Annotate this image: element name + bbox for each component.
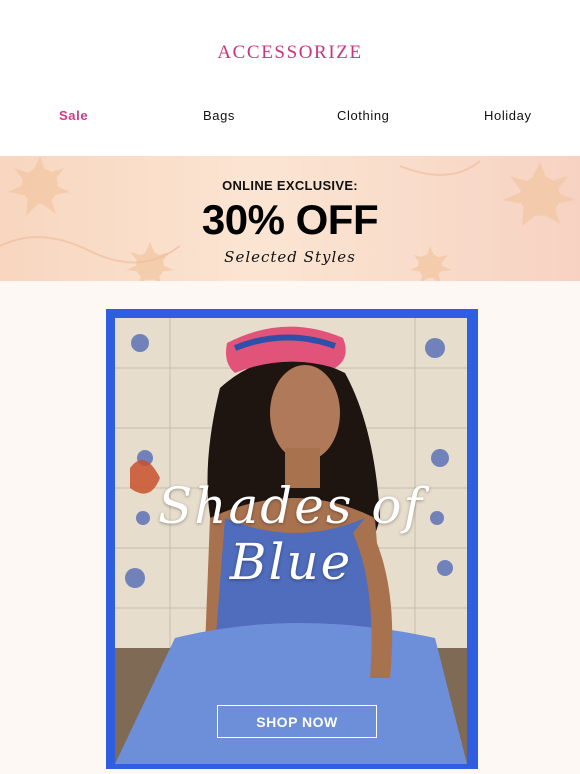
hero-title-line1: Shades of xyxy=(157,477,425,535)
shop-now-button[interactable]: SHOP NOW xyxy=(217,705,377,738)
hero-title-line2: Blue xyxy=(229,533,353,591)
banner-headline: 30% OFF xyxy=(201,196,379,243)
top-nav: Sale Bags Clothing Holiday xyxy=(0,108,580,124)
hero-frame[interactable]: Shades of Blue SHOP NOW xyxy=(106,309,478,769)
brand-logo[interactable]: ACCESSORIZE xyxy=(0,42,580,64)
nav-item-sale[interactable]: Sale xyxy=(59,108,88,123)
hero-image[interactable]: Shades of Blue SHOP NOW xyxy=(115,318,467,764)
email-header: ACCESSORIZE xyxy=(0,0,580,90)
nav-item-holiday[interactable]: Holiday xyxy=(484,108,532,123)
nav-item-clothing[interactable]: Clothing xyxy=(337,108,390,123)
hero-section: Shades of Blue SHOP NOW xyxy=(0,281,580,774)
hero-title: Shades of Blue xyxy=(115,478,467,590)
banner-subline: Selected Styles xyxy=(224,248,356,266)
banner-eyebrow: ONLINE EXCLUSIVE: xyxy=(222,178,358,193)
nav-item-bags[interactable]: Bags xyxy=(203,108,235,123)
promo-banner[interactable]: ONLINE EXCLUSIVE: 30% OFF Selected Style… xyxy=(0,156,580,281)
